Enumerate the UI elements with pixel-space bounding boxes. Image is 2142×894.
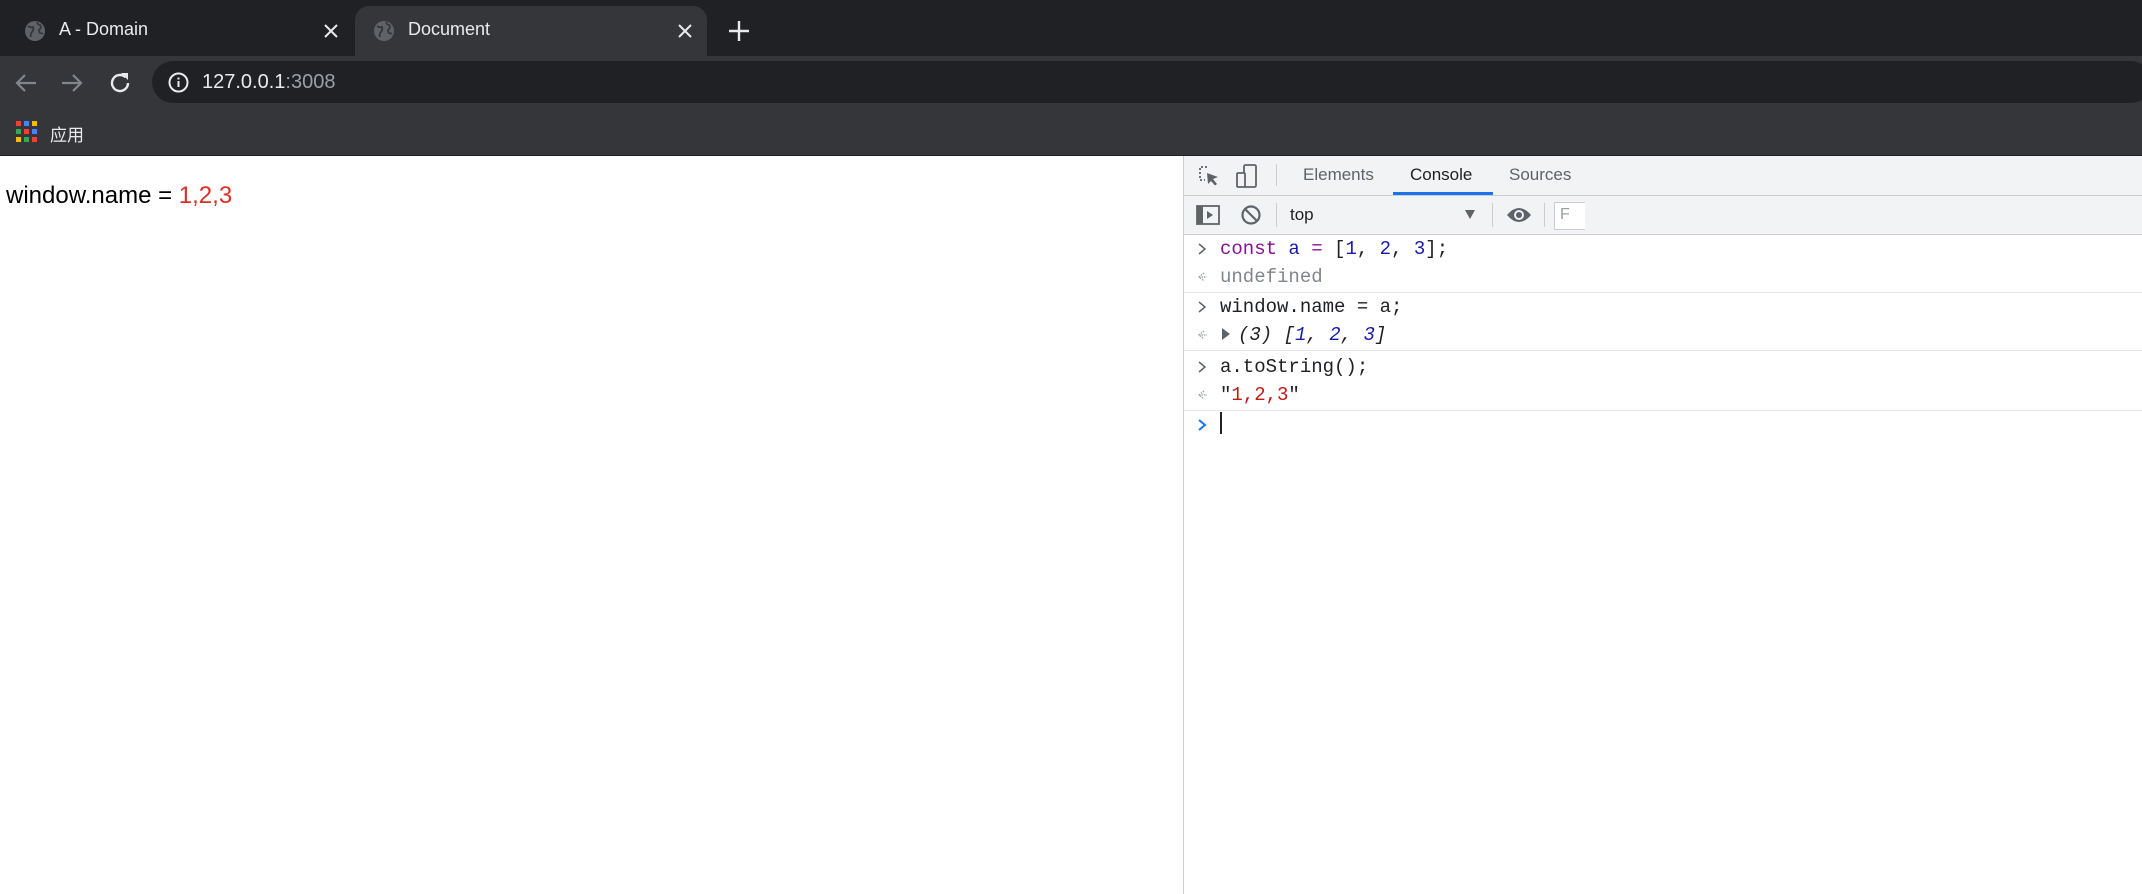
expand-triangle-icon[interactable] [1220,327,1232,341]
toolbar-divider [1276,164,1277,186]
input-prompt-icon [1198,301,1207,313]
input-prompt-icon [1198,361,1207,373]
tab-title: A - Domain [59,19,149,39]
context-label: top [1290,205,1314,224]
token-variable: a [1288,238,1300,260]
clear-console-icon[interactable] [1240,204,1262,226]
context-selector[interactable]: top [1288,204,1480,226]
page-content: window.name = 1,2,3 [0,156,1183,894]
tab-title: Document [408,19,491,39]
array-preview[interactable]: (3) [1, 2, 3] [1220,321,1386,349]
bookmarks-bar: 应用 [0,109,2142,156]
console-input-line: const a = [1, 2, 3]; [1184,235,2142,263]
active-tab-indicator [1393,192,1493,195]
token-bracket: ]; [1425,238,1449,260]
tab-strip: A - Domain Document [0,0,2142,56]
device-toolbar-icon[interactable] [1236,164,1258,188]
console-result-line[interactable]: (3) [1, 2, 3] [1184,321,2142,351]
close-icon[interactable] [321,21,341,41]
array-item: 1 [1295,324,1307,346]
token-number: 2 [1379,238,1392,260]
array-item: 3 [1363,324,1375,346]
quote-open: " [1220,384,1232,406]
close-icon[interactable] [675,21,695,41]
url-text: 127.0.0.1:3008 [202,71,335,94]
window-name-label: window.name = [6,182,179,209]
console-code: a.toString(); [1220,356,1369,378]
tab-a-domain[interactable]: A - Domain [0,6,353,56]
inspect-element-icon[interactable] [1198,165,1220,187]
window-name-line: window.name = 1,2,3 [6,182,232,210]
new-tab-plus-icon[interactable] [726,18,752,44]
globe-icon [25,21,45,41]
site-info-icon[interactable] [168,72,189,93]
window-name-value: 1,2,3 [178,182,233,209]
input-prompt-icon [1198,243,1207,255]
devtools-panel: Elements Console Sources top F const a =… [1183,156,2142,894]
address-bar[interactable]: 127.0.0.1:3008 [152,61,2142,103]
show-sidebar-icon[interactable] [1196,204,1220,226]
tab-console[interactable]: Console [1410,165,1472,185]
console-input-caret[interactable] [1220,411,1222,439]
result-arrow-icon [1197,390,1207,400]
dropdown-triangle-icon [1465,210,1475,219]
array-suffix: ] [1374,324,1387,346]
console-string-result: "1,2,3" [1220,381,1300,409]
toolbar-divider [1544,203,1545,227]
quote-close: " [1288,384,1300,406]
array-prefix: (3) [ [1238,324,1296,346]
toolbar-divider [1276,203,1277,227]
url-host: 127.0.0.1 [202,71,286,93]
token-comma: , [1356,238,1380,260]
console-result-line: "1,2,3" [1184,381,2142,411]
devtools-tabbar: Elements Console Sources [1184,156,2142,196]
apps-grid-icon[interactable] [16,121,37,142]
prompt-chevron-icon [1198,419,1207,431]
result-arrow-icon [1197,272,1207,282]
token-operator: = [1311,238,1323,260]
console-prompt[interactable] [1184,411,2142,439]
back-arrow-icon[interactable] [12,69,40,97]
forward-arrow-icon[interactable] [58,69,86,97]
browser-toolbar: 127.0.0.1:3008 [0,56,2142,109]
url-port: :3008 [285,71,336,93]
token-keyword: const [1220,238,1278,260]
console-code: const a = [1, 2, 3]; [1220,235,1448,263]
console-code: window.name = a; [1220,296,1403,318]
bookmark-apps-label[interactable]: 应用 [50,121,84,146]
console-result-text: undefined [1220,266,1323,288]
token-comma: , [1391,238,1414,260]
console-result-line: undefined [1184,263,2142,293]
token-bracket: [ [1322,238,1346,260]
console-toolbar: top F [1184,196,2142,235]
result-arrow-icon [1197,330,1207,340]
array-item: 2 [1329,324,1341,346]
string-value: 1,2,3 [1231,384,1289,406]
token-number: 3 [1413,238,1426,260]
array-separator: , [1340,324,1364,346]
tab-document[interactable]: Document [355,6,707,56]
console-filter-input[interactable]: F [1554,202,1585,230]
tab-elements[interactable]: Elements [1303,165,1374,185]
console-input-line: a.toString(); [1184,353,2142,381]
array-separator: , [1306,324,1330,346]
filter-placeholder: F [1560,206,1570,223]
text-caret [1220,412,1222,434]
console-output: const a = [1, 2, 3]; undefined window.na… [1184,235,2142,439]
console-input-line: window.name = a; [1184,293,2142,321]
token-number: 1 [1345,238,1357,260]
globe-icon [374,21,394,41]
eye-icon[interactable] [1506,205,1532,225]
toolbar-divider [1492,203,1493,227]
tab-sources[interactable]: Sources [1509,165,1571,185]
reload-icon[interactable] [106,69,134,97]
